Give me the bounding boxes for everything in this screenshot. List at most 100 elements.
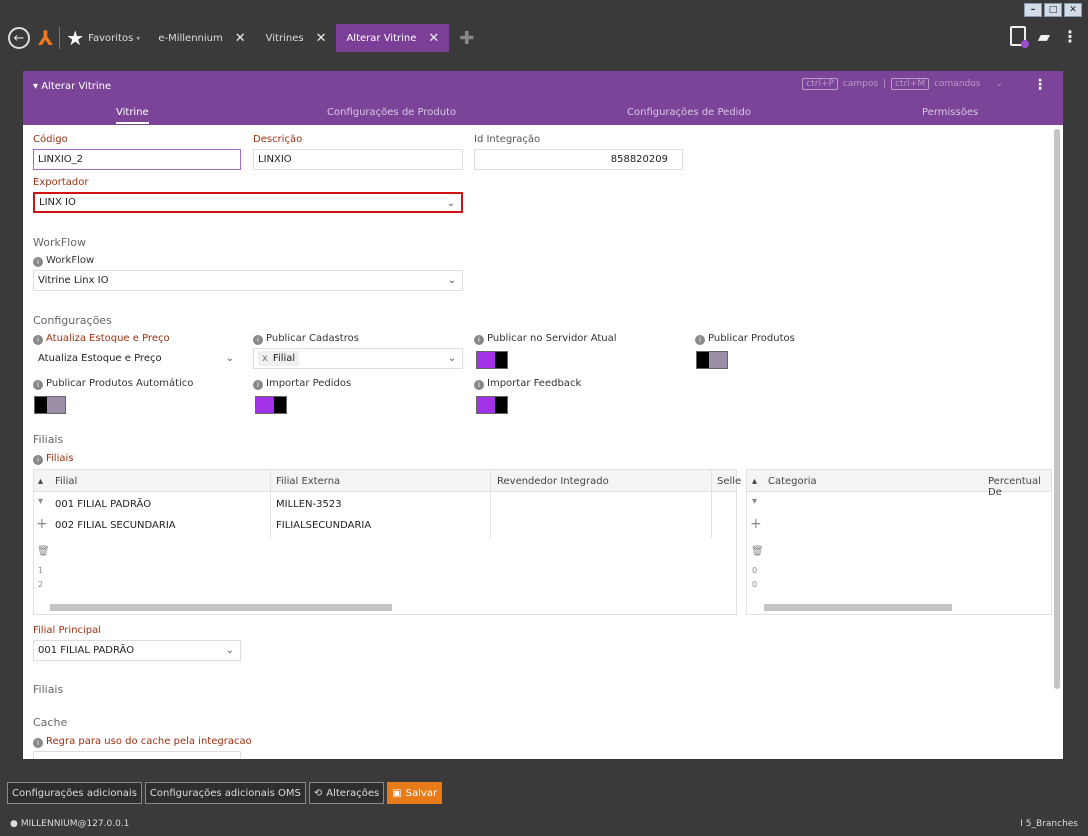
pager-2[interactable]: 2 <box>38 580 43 589</box>
chevron-down-icon[interactable]: ⌄ <box>448 353 456 364</box>
descricao-input[interactable]: LINXIO <box>253 149 463 170</box>
maximize-button[interactable]: □ <box>1044 3 1062 17</box>
collapse-icon[interactable]: ▾ <box>752 496 757 507</box>
chevron-down-icon[interactable]: ⌄ <box>448 275 456 286</box>
remove-tag-icon[interactable]: x <box>262 353 268 364</box>
importar-pedidos-toggle[interactable] <box>255 396 287 414</box>
sort-asc-icon[interactable]: ▴ <box>38 476 43 487</box>
workflow-select[interactable]: Vitrine Linx IO ⌄ <box>33 270 463 291</box>
info-icon: i <box>33 455 43 465</box>
col-revendedor[interactable]: Revendedor Integrado <box>497 476 609 487</box>
id-integracao-input[interactable]: 858820209 <box>474 149 683 170</box>
close-icon[interactable]: ✕ <box>428 31 439 46</box>
col-percentual[interactable]: Percentual De <box>988 476 1051 498</box>
minimize-button[interactable]: – <box>1024 3 1042 17</box>
millennium-logo-icon[interactable]: ⅄ <box>38 26 53 50</box>
exportador-label: Exportador <box>33 177 89 188</box>
add-row-icon[interactable]: + <box>750 516 762 532</box>
tab-config-produto[interactable]: Configurações de Produto <box>327 107 456 118</box>
branch-icon: ⵏ <box>1020 819 1023 829</box>
row1-filial[interactable]: 001 FILIAL PADRÃO <box>55 499 151 510</box>
info-icon: i <box>33 257 43 267</box>
atualiza-select[interactable]: Atualiza Estoque e Preço ⌄ <box>33 348 241 369</box>
tab-alterar-vitrine[interactable]: Alterar Vitrine ✕ <box>336 24 450 52</box>
publicar-cadastros-label: i Publicar Cadastros <box>253 333 359 345</box>
pager-count[interactable]: 0 <box>752 566 757 575</box>
h-scrollbar[interactable] <box>50 604 392 611</box>
chat-icon[interactable]: ▰ <box>1038 27 1050 46</box>
save-button[interactable]: ▣ Salvar <box>387 782 443 804</box>
config-oms-button[interactable]: Configurações adicionais OMS <box>144 782 306 804</box>
config-adicionais-button[interactable]: Configurações adicionais <box>7 782 142 804</box>
grid-header: ▴ Categoria Percentual De <box>747 470 1051 498</box>
tab-vitrine[interactable]: Vitrine <box>116 107 149 124</box>
info-icon: i <box>253 335 263 345</box>
cache-select[interactable] <box>33 751 241 759</box>
favorites-caret-icon[interactable]: ▾ <box>136 34 140 43</box>
tab-e-millennium[interactable]: e-Millennium ✕ <box>148 24 255 52</box>
publicar-cadastros-select[interactable]: x Filial ⌄ <box>253 348 463 369</box>
row1-filial-externa[interactable]: MILLEN-3523 <box>276 499 342 510</box>
id-integracao-label: Id Integração <box>474 134 541 145</box>
chevron-down-icon[interactable]: ⌄ <box>447 198 455 209</box>
window-controls: – □ ✕ <box>1024 3 1082 17</box>
chevron-down-icon[interactable]: ⌄ <box>226 353 234 364</box>
categoria-grid: ▴ Categoria Percentual De ▾ + 🗑 0 0 <box>746 469 1052 615</box>
panel-title-text: Alterar Vitrine <box>41 81 112 92</box>
col-seller[interactable]: Selle <box>717 476 741 487</box>
close-icon[interactable]: ✕ <box>316 31 327 46</box>
pager-total[interactable]: 0 <box>752 580 757 589</box>
col-categoria[interactable]: Categoria <box>768 476 817 487</box>
col-filial-externa[interactable]: Filial Externa <box>276 476 340 487</box>
filial-tag[interactable]: x Filial <box>258 351 300 366</box>
publicar-produtos-toggle[interactable] <box>696 351 728 369</box>
action-toolbar: Configurações adicionais Configurações a… <box>0 778 1088 808</box>
row2-filial[interactable]: 002 FILIAL SECUNDARIA <box>55 520 176 531</box>
more-vert-icon[interactable]: ⋮ <box>1062 27 1078 46</box>
atualiza-label: i Atualiza Estoque e Preço <box>33 333 170 345</box>
star-icon[interactable]: ★ <box>66 26 84 50</box>
col-filial[interactable]: Filial <box>55 476 77 487</box>
save-icon: ▣ <box>392 787 402 799</box>
add-tab-icon[interactable]: ✚ <box>459 28 474 49</box>
filial-principal-value: 001 FILIAL PADRÃO <box>38 645 135 656</box>
importar-feedback-text: Importar Feedback <box>487 378 582 389</box>
tab-config-pedido[interactable]: Configurações de Pedido <box>627 107 751 118</box>
importar-feedback-toggle[interactable] <box>476 396 508 414</box>
clipboard-icon[interactable] <box>1009 26 1029 48</box>
codigo-input[interactable]: LINXIO_2 <box>33 149 241 170</box>
close-icon[interactable]: ✕ <box>235 31 246 46</box>
cache-label: i Regra para uso do cache pela integracao <box>33 736 252 748</box>
panel-title[interactable]: ▾ Alterar Vitrine <box>33 81 111 92</box>
close-window-button[interactable]: ✕ <box>1064 3 1082 17</box>
chevron-down-icon[interactable]: ⌄ <box>226 645 234 656</box>
pager-1[interactable]: 1 <box>38 566 43 575</box>
sort-asc-icon[interactable]: ▴ <box>752 476 757 487</box>
tab-label: Vitrines <box>265 32 304 44</box>
publicar-auto-toggle[interactable] <box>34 396 66 414</box>
h-scrollbar[interactable] <box>764 604 952 611</box>
tab-vitrines[interactable]: Vitrines ✕ <box>256 24 337 52</box>
back-arrow-icon[interactable]: ← <box>8 27 30 49</box>
cache-label-text: Regra para uso do cache pela integracao <box>46 736 252 747</box>
tab-permissoes[interactable]: Permissões <box>922 107 978 118</box>
favorites-menu[interactable]: Favoritos <box>88 33 133 44</box>
branch-text: 5_Branches <box>1025 819 1078 829</box>
filial-principal-select[interactable]: 001 FILIAL PADRÃO ⌄ <box>33 640 241 661</box>
trash-icon[interactable]: 🗑 <box>37 546 50 557</box>
row2-filial-externa[interactable]: FILIALSECUNDARIA <box>276 520 371 531</box>
chevron-down-icon[interactable]: ⌄ <box>995 79 1003 89</box>
panel-menu-icon[interactable]: ⋮ <box>1033 77 1047 93</box>
alteracoes-button[interactable]: ⟲ Alterações <box>308 782 385 804</box>
add-row-icon[interactable]: + <box>36 516 48 532</box>
publicar-servidor-toggle[interactable] <box>476 351 508 369</box>
nav-row: ← ⅄ ★ Favoritos ▾ e-Millennium ✕ Vitrines… <box>8 24 474 52</box>
v-scrollbar[interactable] <box>1054 129 1060 689</box>
trash-icon[interactable]: 🗑 <box>751 546 764 557</box>
publicar-cadastros-text: Publicar Cadastros <box>266 333 359 344</box>
workflow-label-text: WorkFlow <box>46 255 95 266</box>
exportador-select[interactable]: LINX IO ⌄ <box>33 192 463 213</box>
connection-text: MILLENNIUM@127.0.0.1 <box>20 819 130 829</box>
panel-tabs: Vitrine Configurações de Produto Configu… <box>23 101 1063 125</box>
collapse-icon[interactable]: ▾ <box>38 496 43 507</box>
